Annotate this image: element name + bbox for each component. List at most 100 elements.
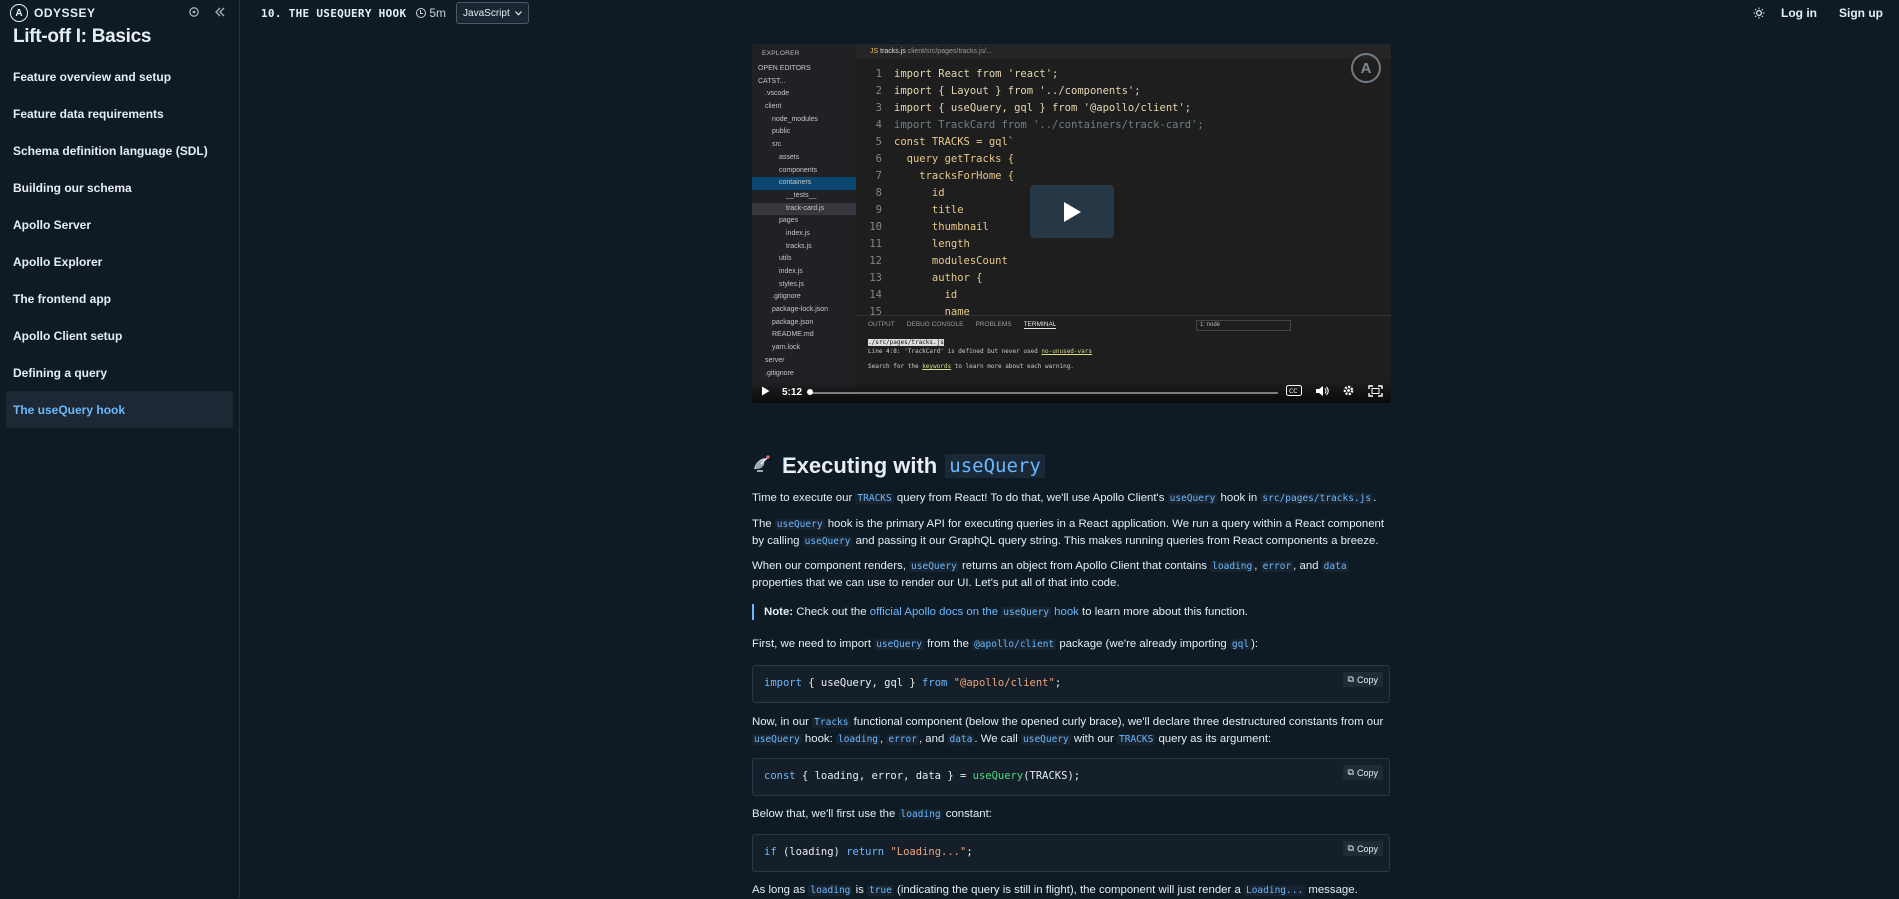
text-run: When our component renders, bbox=[752, 560, 910, 572]
code-text: id bbox=[894, 289, 958, 301]
odyssey-logo-icon[interactable]: A bbox=[10, 4, 28, 22]
copy-button[interactable]: ⧉ Copy bbox=[1342, 672, 1383, 687]
play-button[interactable] bbox=[761, 386, 770, 399]
video-progress-bar[interactable] bbox=[807, 389, 1278, 395]
text-run: , and bbox=[918, 733, 948, 746]
language-select[interactable]: JavaScript bbox=[456, 2, 529, 24]
explorer-row: CATST... bbox=[758, 77, 786, 85]
settings-button[interactable] bbox=[1342, 384, 1355, 400]
theme-toggle-icon[interactable] bbox=[1753, 7, 1765, 19]
inline-code: loading bbox=[1210, 561, 1255, 572]
video-time: 5:12 bbox=[782, 386, 803, 398]
apollo-docs-link[interactable]: official Apollo docs on the useQuery hoo… bbox=[870, 606, 1079, 618]
captions-button[interactable]: CC bbox=[1286, 385, 1302, 399]
brand-name[interactable]: ODYSSEY bbox=[34, 6, 96, 20]
nav-item[interactable]: Apollo Client setup bbox=[0, 317, 239, 354]
nav-item[interactable]: Feature data requirements bbox=[0, 95, 239, 132]
link-code[interactable]: useQuery bbox=[1001, 607, 1052, 618]
explorer-row: .vscode bbox=[765, 90, 790, 98]
inline-code: useQuery bbox=[1021, 734, 1071, 746]
explorer-row: styles.js bbox=[779, 280, 804, 288]
code-text: modulesCount bbox=[894, 255, 1008, 267]
line-number: 1 bbox=[875, 68, 882, 80]
explorer-row: node_modules bbox=[772, 115, 818, 123]
code-line: 1 import React from 'react'; bbox=[856, 66, 1204, 83]
text-run: Time to execute our bbox=[752, 492, 856, 504]
note-label: Note: bbox=[764, 606, 794, 618]
duration-value: 5m bbox=[429, 6, 447, 20]
link-text[interactable]: hook bbox=[1051, 606, 1079, 618]
code-text: import React from 'react'; bbox=[894, 68, 1059, 80]
section-heading: Executing with useQuery bbox=[752, 452, 1045, 480]
text-run: The bbox=[752, 518, 775, 530]
text-run: As long as bbox=[752, 884, 809, 896]
link-text[interactable]: official Apollo docs on the bbox=[870, 606, 1002, 618]
copy-icon: ⧉ bbox=[1347, 843, 1354, 853]
code-text: id bbox=[894, 187, 945, 199]
line-number: 6 bbox=[875, 153, 882, 165]
copy-label: Copy bbox=[1356, 767, 1378, 778]
login-button[interactable]: Log in bbox=[1781, 6, 1817, 20]
note-text: Check out the bbox=[793, 606, 870, 618]
explorer-row: package-lock.json bbox=[772, 306, 829, 314]
course-title: Lift-off I: Basics bbox=[13, 26, 152, 47]
clock-icon bbox=[416, 8, 427, 18]
paragraph: As long as loading is true (indicating t… bbox=[752, 882, 1392, 899]
copy-label: Copy bbox=[1356, 674, 1378, 685]
heading-code: useQuery bbox=[945, 454, 1045, 478]
code-keyword: import bbox=[764, 677, 802, 689]
explorer-row: OPEN EDITORS bbox=[758, 65, 811, 72]
inline-code: useQuery bbox=[1167, 493, 1218, 504]
line-number: 3 bbox=[875, 102, 882, 114]
inline-code: useQuery bbox=[874, 639, 924, 650]
inline-code: data bbox=[947, 734, 975, 746]
collapse-sidebar-icon[interactable] bbox=[214, 6, 226, 21]
volume-button[interactable] bbox=[1315, 385, 1329, 400]
code-text: { loading, error, data } = bbox=[795, 770, 973, 782]
code-line: 12 modulesCount bbox=[856, 253, 1204, 270]
code-line: const { loading, error, data } = useQuer… bbox=[764, 770, 1080, 782]
line-number: 14 bbox=[869, 289, 882, 301]
code-text: import TrackCard from '../containers/tra… bbox=[894, 119, 1204, 131]
code-string: "@apollo/client" bbox=[953, 677, 1055, 689]
text-run: Now, in our bbox=[752, 716, 813, 728]
line-number: 7 bbox=[875, 170, 882, 182]
text-run: hook: bbox=[801, 733, 836, 746]
code-text: title bbox=[894, 204, 964, 216]
text-run: functional component (below the opened c… bbox=[850, 716, 1384, 728]
text-run: is bbox=[852, 884, 867, 896]
nav-item[interactable]: Apollo Explorer bbox=[0, 243, 239, 280]
video-player[interactable]: EXPLORER OPEN EDITORS CATST... .vscode clie… bbox=[752, 44, 1391, 403]
nav-item[interactable]: Building our schema bbox=[0, 169, 239, 206]
explorer-row: client bbox=[765, 103, 782, 111]
nav-item-active[interactable]: The useQuery hook bbox=[6, 391, 233, 428]
play-overlay-button[interactable] bbox=[1030, 185, 1114, 238]
inline-code: src/pages/tracks.js bbox=[1260, 493, 1374, 504]
nav-item[interactable]: Feature overview and setup bbox=[0, 58, 239, 95]
inline-code: @apollo/client bbox=[972, 639, 1057, 650]
panel-tab: OUTPUT bbox=[868, 321, 895, 328]
code-text: query getTracks { bbox=[894, 153, 1015, 165]
code-keyword: const bbox=[764, 770, 796, 782]
nav-item[interactable]: Defining a query bbox=[0, 354, 239, 391]
nav-item[interactable]: Apollo Server bbox=[0, 206, 239, 243]
paragraph: Now, in our Tracks functional component … bbox=[752, 714, 1392, 749]
nav-item[interactable]: Schema definition language (SDL) bbox=[0, 132, 239, 169]
code-line: 3 import { useQuery, gql } from '@apollo/… bbox=[856, 100, 1204, 117]
settings-icon[interactable] bbox=[188, 6, 200, 21]
play-icon bbox=[1064, 201, 1081, 222]
fullscreen-button[interactable] bbox=[1368, 384, 1383, 400]
terminal-output: ./src/pages/tracks.js Line 4:8: 'TrackCa… bbox=[856, 334, 1391, 375]
nav-item[interactable]: The frontend app bbox=[0, 280, 239, 317]
copy-label: Copy bbox=[1356, 843, 1378, 854]
code-line: 14 id bbox=[856, 287, 1204, 304]
text-run: . We call bbox=[974, 733, 1021, 746]
video-progress-knob[interactable] bbox=[807, 389, 813, 395]
code-line: 6 query getTracks { bbox=[856, 151, 1204, 168]
inline-code: data bbox=[1321, 561, 1349, 572]
copy-button[interactable]: ⧉ Copy bbox=[1342, 841, 1383, 856]
paragraph: Time to execute our TRACKS query from Re… bbox=[752, 490, 1392, 507]
copy-button[interactable]: ⧉ Copy bbox=[1342, 765, 1383, 780]
signup-button[interactable]: Sign up bbox=[1833, 3, 1889, 23]
terminal-text: to learn more about each warning. bbox=[951, 363, 1074, 370]
